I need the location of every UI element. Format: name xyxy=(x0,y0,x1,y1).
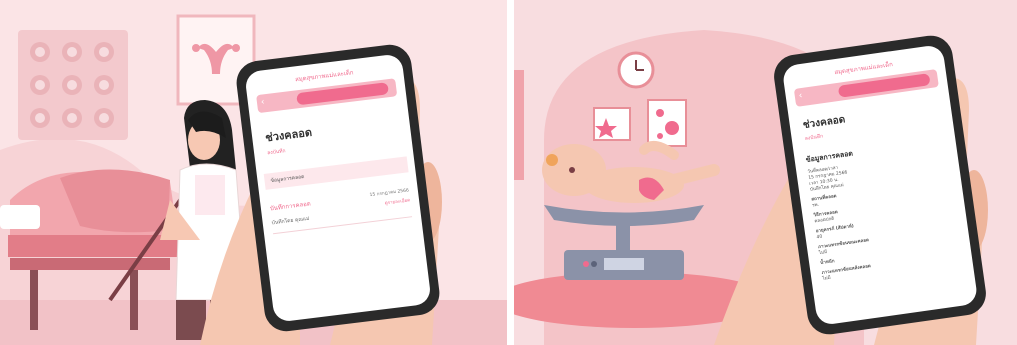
search-pill[interactable] xyxy=(296,82,389,106)
detail-list: วันที่คลอด/เวลา 15 กรกฎาคม 2566 เวลา 10:… xyxy=(807,151,962,283)
app-header-title: สมุดสุขภาพแม่และเด็ก xyxy=(294,69,354,84)
window-edge xyxy=(514,70,524,180)
wall-panel-circles xyxy=(18,30,128,140)
back-icon[interactable]: ‹ xyxy=(798,91,803,101)
illustration-stage: สมุดสุขภาพแม่และเด็ก ‹ ช่วงคลอด ลงบันทึก… xyxy=(0,0,1017,345)
panel-baby-weighing: สมุดสุขภาพแม่และเด็ก ‹ ช่วงคลอด ลงบันทึก… xyxy=(514,0,1017,345)
app-header-title: สมุดสุขภาพแม่และเด็ก xyxy=(834,61,894,77)
back-icon[interactable]: ‹ xyxy=(260,97,265,107)
info-card: ข้อมูลการคลอด xyxy=(263,156,409,190)
dots-frame xyxy=(647,99,687,147)
card-header: ข้อมูลการคลอด xyxy=(270,174,305,185)
wall-clock xyxy=(617,51,655,89)
delivery-room-illustration xyxy=(0,0,507,345)
phone-left-screen: สมุดสุขภาพแม่และเด็ก ‹ ช่วงคลอด ลงบันทึก… xyxy=(247,56,428,321)
panel-delivery-room: สมุดสุขภาพแม่และเด็ก ‹ ช่วงคลอด ลงบันทึก… xyxy=(0,0,507,345)
record-row[interactable]: บันทึกการคลอด 15 กรกฎาคม 2566 บันทึกโดย … xyxy=(269,186,413,235)
search-pill[interactable] xyxy=(837,73,931,98)
star-frame xyxy=(593,107,631,141)
